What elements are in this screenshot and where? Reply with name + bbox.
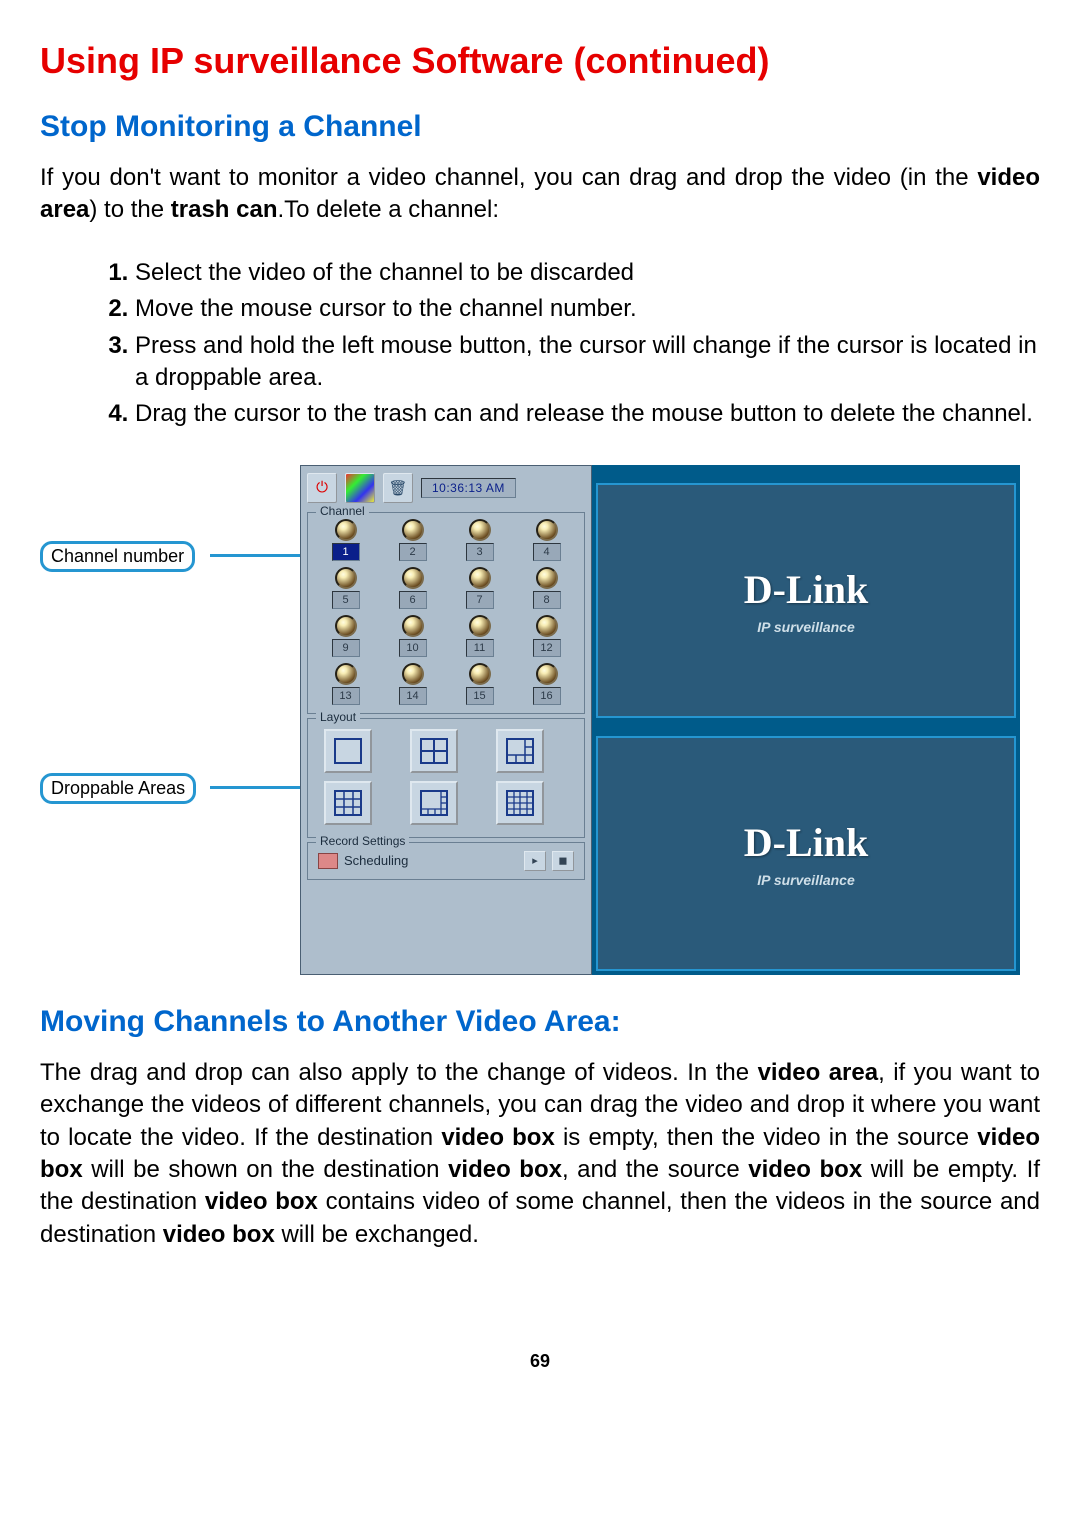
layout-1plus12[interactable] [410, 781, 458, 825]
record-stop-button[interactable]: ◼ [552, 851, 574, 871]
scheduling-icon [318, 853, 338, 869]
step-4: Drag the cursor to the trash can and rel… [135, 398, 1040, 430]
callout-droppable-areas: Droppable Areas [40, 773, 196, 804]
record-fieldset: Record Settings Scheduling ▸ ◼ [307, 842, 585, 880]
layout-1plus5[interactable] [496, 729, 544, 773]
video-box-1[interactable]: D-Link IP surveillance [596, 483, 1016, 718]
page-title: Using IP surveillance Software (continue… [40, 40, 1040, 82]
section-moving-channels: Moving Channels to Another Video Area: [40, 1005, 1040, 1039]
clock-display: 10:36:13 AM [421, 478, 516, 498]
figure: Channel number Droppable Areas ⏻ 🗑 10:36… [40, 465, 1040, 975]
step-3: Press and hold the left mouse button, th… [135, 330, 1040, 395]
trash-icon[interactable]: 🗑 [383, 473, 413, 503]
step-list: Select the video of the channel to be di… [40, 257, 1040, 431]
channel-3[interactable]: 3 [446, 519, 513, 561]
layout-4x4[interactable] [496, 781, 544, 825]
brand-logo: D-Link [744, 819, 869, 866]
brand-subtitle: IP surveillance [757, 619, 855, 635]
channel-11[interactable]: 11 [446, 615, 513, 657]
section-stop-monitoring: Stop Monitoring a Channel [40, 110, 1040, 144]
layout-3x3[interactable] [324, 781, 372, 825]
palette-icon[interactable] [345, 473, 375, 503]
channel-5[interactable]: 5 [312, 567, 379, 609]
channel-15[interactable]: 15 [446, 663, 513, 705]
callout-channel-number: Channel number [40, 541, 195, 572]
intro-paragraph: If you don't want to monitor a video cha… [40, 162, 1040, 227]
layout-2x2[interactable] [410, 729, 458, 773]
channel-14[interactable]: 14 [379, 663, 446, 705]
channel-1[interactable]: 1 [312, 519, 379, 561]
step-2: Move the mouse cursor to the channel num… [135, 293, 1040, 325]
layout-fieldset: Layout [307, 718, 585, 838]
layout-legend: Layout [316, 710, 360, 724]
control-panel: ⏻ 🗑 10:36:13 AM Channel 1 2 3 4 5 6 7 [300, 465, 592, 975]
moving-paragraph: The drag and drop can also apply to the … [40, 1057, 1040, 1251]
channel-6[interactable]: 6 [379, 567, 446, 609]
channel-12[interactable]: 12 [513, 615, 580, 657]
app-screenshot: ⏻ 🗑 10:36:13 AM Channel 1 2 3 4 5 6 7 [300, 465, 1020, 975]
layout-1x1[interactable] [324, 729, 372, 773]
channel-legend: Channel [316, 504, 369, 518]
channel-13[interactable]: 13 [312, 663, 379, 705]
record-play-button[interactable]: ▸ [524, 851, 546, 871]
step-1: Select the video of the channel to be di… [135, 257, 1040, 289]
channel-fieldset: Channel 1 2 3 4 5 6 7 8 9 10 11 12 [307, 512, 585, 714]
scheduling-label[interactable]: Scheduling [344, 853, 408, 868]
channel-7[interactable]: 7 [446, 567, 513, 609]
channel-2[interactable]: 2 [379, 519, 446, 561]
channel-9[interactable]: 9 [312, 615, 379, 657]
channel-10[interactable]: 10 [379, 615, 446, 657]
power-icon[interactable]: ⏻ [307, 473, 337, 503]
video-box-2[interactable]: D-Link IP surveillance [596, 736, 1016, 971]
channel-8[interactable]: 8 [513, 567, 580, 609]
brand-subtitle: IP surveillance [757, 872, 855, 888]
record-legend: Record Settings [316, 834, 409, 848]
channel-16[interactable]: 16 [513, 663, 580, 705]
brand-logo: D-Link [744, 566, 869, 613]
channel-4[interactable]: 4 [513, 519, 580, 561]
page-number: 69 [40, 1351, 1040, 1372]
video-area: IP surveillance D-Link IP surveillance D… [592, 465, 1020, 975]
ip-surveillance-label: IP surveillance [602, 447, 680, 461]
